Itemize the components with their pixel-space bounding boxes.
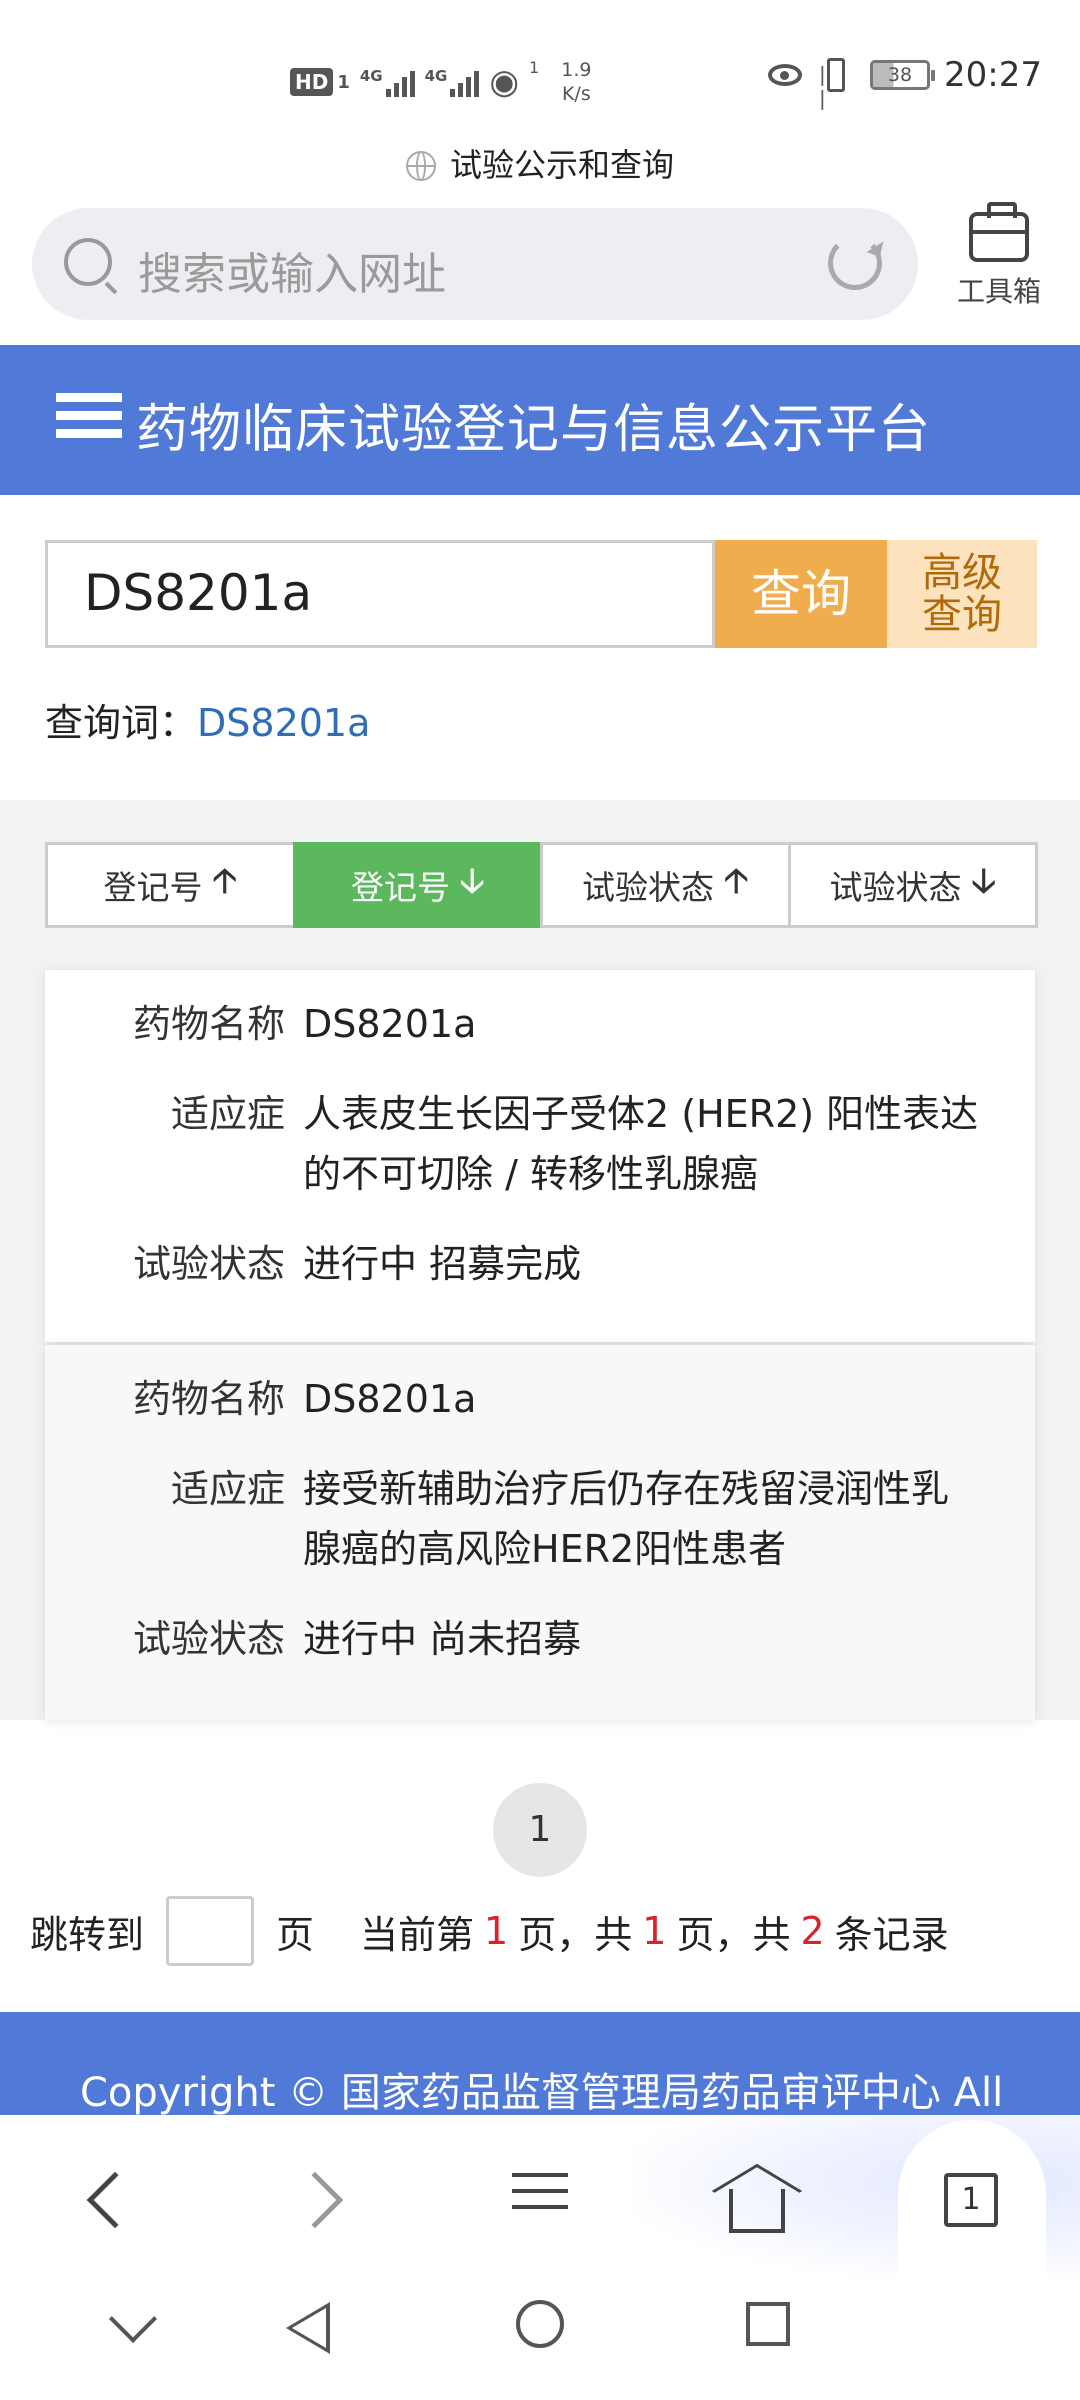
toolbox-label: 工具箱 xyxy=(956,275,1041,308)
eye-comfort-icon xyxy=(768,64,803,86)
tabs-button[interactable]: 1 xyxy=(926,2155,1016,2245)
query-term-label: 查询词： xyxy=(45,701,198,745)
copyright-text: Copyright © 国家药品监督管理局药品审评中心 All xyxy=(80,2070,1004,2115)
page-unit: 页 xyxy=(276,1912,315,1957)
search-icon xyxy=(64,238,112,286)
address-placeholder: 搜索或输入网址 xyxy=(138,249,446,300)
advanced-search-button[interactable]: 高级 查询 xyxy=(887,540,1037,648)
status-left: HD 1 4G 4G ◉ 1 1.9 K/s xyxy=(290,58,591,106)
home-button[interactable] xyxy=(712,2155,802,2245)
total-pages-value: 1 xyxy=(642,1909,667,1953)
drug-value: DS8201a xyxy=(303,1002,477,1046)
indication-line: 腺癌的高风险HER2阳性患者 xyxy=(303,1527,787,1571)
signal-4g-icon-2: 4G xyxy=(425,67,480,97)
pagination-info: 跳转到 页 当前第 1 页，共 1 页，共 2 条记录 xyxy=(30,1895,949,1967)
menu-icon[interactable] xyxy=(56,393,122,447)
status-label: 试验状态 xyxy=(132,1242,285,1286)
sort-label: 试验状态 xyxy=(829,868,962,907)
tabs-count: 1 xyxy=(944,2173,998,2227)
status-value: 进行中 招募完成 xyxy=(303,1242,582,1286)
toolbox-button[interactable]: 工具箱 xyxy=(944,202,1054,310)
jump-page-input[interactable] xyxy=(166,1896,255,1966)
arrow-down-icon: 🡣 xyxy=(460,860,485,901)
drug-value: DS8201a xyxy=(303,1377,477,1421)
hd-voice-icon: HD xyxy=(290,68,334,96)
speed-value: 1.9 xyxy=(561,59,592,81)
network-speed: 1.9 K/s xyxy=(561,58,591,106)
forward-button[interactable] xyxy=(278,2155,368,2245)
page-title-text: 试验公示和查询 xyxy=(449,146,674,184)
chevron-right-icon xyxy=(286,2171,344,2229)
site-title: 药物临床试验登记与信息公示平台 xyxy=(136,400,932,460)
total-records-value: 2 xyxy=(800,1909,825,1953)
sort-status-asc-button[interactable]: 试验状态 🡡 xyxy=(540,842,791,928)
hotspot-count: 1 xyxy=(529,58,540,77)
indication-line: 接受新辅助治疗后仍存在残留浸润性乳 xyxy=(303,1467,950,1511)
sim-number: 1 xyxy=(337,71,350,93)
advanced-label-line2: 查询 xyxy=(922,592,1002,638)
search-button[interactable]: 查询 xyxy=(715,540,887,648)
chevron-down-icon[interactable] xyxy=(108,2294,158,2344)
status-right: 38 20:27 xyxy=(768,55,1042,110)
back-triangle-icon[interactable] xyxy=(286,2302,330,2354)
toolbox-icon xyxy=(969,202,1029,262)
indication-label: 适应症 xyxy=(170,1092,285,1136)
query-input[interactable]: DS8201a xyxy=(45,540,715,648)
globe-icon xyxy=(405,151,436,181)
recent-apps-icon[interactable] xyxy=(746,2302,790,2346)
sort-regno-asc-button[interactable]: 登记号 🡡 xyxy=(45,842,296,928)
browser-page-title: 试验公示和查询 xyxy=(0,140,1080,186)
advanced-label-line1: 高级 xyxy=(922,550,1002,596)
menu-button[interactable] xyxy=(512,2155,602,2245)
query-term: 查询词：DS8201a xyxy=(45,692,370,747)
status-value: 进行中 尚未招募 xyxy=(303,1617,582,1661)
records-suffix: 条记录 xyxy=(834,1912,949,1957)
system-nav-bar xyxy=(0,2280,1080,2400)
battery-icon: 38 xyxy=(870,60,936,90)
address-bar[interactable]: 搜索或输入网址 xyxy=(32,208,918,320)
site-header: 药物临床试验登记与信息公示平台 xyxy=(0,345,1080,495)
results-area: 登记号 🡡 登记号 🡣 试验状态 🡡 试验状态 🡣 药物名称 DS8201a 适… xyxy=(0,800,1080,1720)
query-term-value: DS8201a xyxy=(197,701,371,745)
indication-value: 接受新辅助治疗后仍存在残留浸润性乳 腺癌的高风险HER2阳性患者 xyxy=(303,1459,1023,1579)
sort-bar: 登记号 🡡 登记号 🡣 试验状态 🡡 试验状态 🡣 xyxy=(45,842,1038,928)
clock: 20:27 xyxy=(944,55,1042,95)
current-prefix: 当前第 xyxy=(360,1912,475,1957)
site-footer: Copyright © 国家药品监督管理局药品审评中心 All xyxy=(0,2012,1080,2115)
home-icon xyxy=(729,2189,785,2233)
arrow-down-icon: 🡣 xyxy=(971,860,996,901)
total-pages-prefix: 页，共 xyxy=(518,1912,633,1957)
sort-label: 登记号 xyxy=(351,868,451,907)
page-number-button[interactable]: 1 xyxy=(493,1783,587,1877)
indication-value: 人表皮生长因子受体2 (HER2) 阳性表达 的不可切除 / 转移性乳腺癌 xyxy=(303,1084,1023,1204)
drug-label: 药物名称 xyxy=(132,1377,285,1421)
indication-label: 适应症 xyxy=(170,1467,285,1511)
query-row: DS8201a 查询 高级 查询 xyxy=(45,540,1037,648)
status-bar: HD 1 4G 4G ◉ 1 1.9 K/s 38 20:27 xyxy=(0,0,1080,140)
status-label: 试验状态 xyxy=(132,1617,285,1661)
arrow-up-icon: 🡡 xyxy=(724,860,749,901)
result-card[interactable]: 药物名称 DS8201a 适应症 人表皮生长因子受体2 (HER2) 阳性表达 … xyxy=(45,970,1035,1342)
refresh-icon[interactable] xyxy=(828,236,882,290)
hotspot-icon: ◉ xyxy=(489,62,520,102)
chevron-left-icon xyxy=(86,2171,144,2229)
total-records-prefix: 页，共 xyxy=(676,1912,791,1957)
indication-line: 人表皮生长因子受体2 (HER2) 阳性表达 xyxy=(303,1092,979,1136)
back-button[interactable] xyxy=(62,2155,152,2245)
result-card[interactable]: 药物名称 DS8201a 适应症 接受新辅助治疗后仍存在残留浸润性乳 腺癌的高风… xyxy=(45,1345,1035,1720)
sort-status-desc-button[interactable]: 试验状态 🡣 xyxy=(787,842,1038,928)
signal-4g-icon: 4G xyxy=(360,67,415,97)
home-circle-icon[interactable] xyxy=(516,2300,564,2348)
speed-unit: K/s xyxy=(561,83,591,105)
drug-label: 药物名称 xyxy=(132,1002,285,1046)
arrow-up-icon: 🡡 xyxy=(212,860,237,901)
current-page-value: 1 xyxy=(484,1909,509,1953)
vibrate-icon xyxy=(814,58,856,110)
sort-regno-desc-button[interactable]: 登记号 🡣 xyxy=(292,842,543,928)
sort-label: 试验状态 xyxy=(582,868,715,907)
indication-line: 的不可切除 / 转移性乳腺癌 xyxy=(303,1152,758,1196)
jump-label: 跳转到 xyxy=(30,1912,145,1957)
sort-label: 登记号 xyxy=(103,868,203,907)
